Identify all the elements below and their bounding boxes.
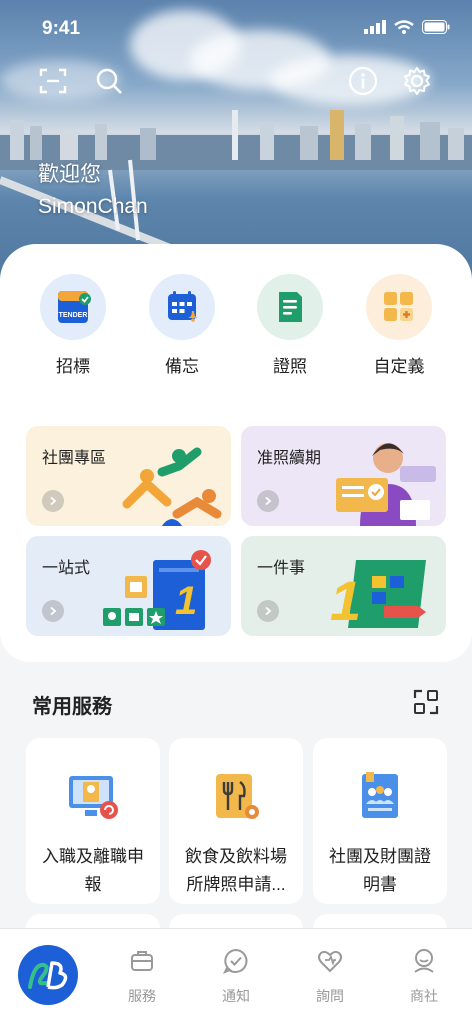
status-bar: 9:41 — [0, 0, 472, 56]
service-label: 飲食及飲料場所牌照申請... — [185, 847, 287, 894]
search-icon[interactable] — [92, 64, 126, 98]
info-icon[interactable] — [346, 64, 380, 98]
swap-layout-icon[interactable] — [412, 688, 440, 721]
chevron-right-icon[interactable] — [42, 490, 64, 512]
tile-title: 一站式 — [42, 560, 91, 577]
document-icon — [257, 274, 323, 340]
nav-label: 通知 — [222, 988, 250, 1004]
tile-one-thing[interactable]: 一件事 1 — [241, 536, 446, 636]
quick-action-label: 證照 — [273, 357, 307, 376]
tender-icon: TENDER — [40, 274, 106, 340]
app-logo-icon — [28, 961, 68, 990]
monitor-person-icon — [69, 776, 118, 819]
briefcase-icon — [131, 951, 153, 971]
user-name: SimonChan — [38, 195, 148, 218]
battery-icon — [422, 20, 450, 34]
one-stop-illustration: 1 — [103, 550, 211, 630]
quick-action-memo[interactable]: 備忘 — [132, 274, 232, 377]
tile-license-renewal[interactable]: 准照續期 — [241, 426, 446, 526]
quick-action-label: 招標 — [56, 357, 90, 376]
tile-title: 社團專區 — [42, 450, 107, 467]
service-label: 社團及財團證明書 — [329, 847, 431, 894]
nav-item-business[interactable]: 商社 — [394, 947, 454, 1006]
nav-label: 服務 — [128, 988, 156, 1004]
quick-action-label: 自定義 — [373, 357, 425, 376]
nav-item-inquiry[interactable]: 詢問 — [300, 947, 360, 1006]
quick-action-license[interactable]: 證照 — [240, 274, 340, 377]
heart-chat-icon — [318, 950, 342, 973]
chevron-right-icon[interactable] — [257, 490, 279, 512]
svg-text:1: 1 — [175, 579, 197, 623]
service-card-food-license[interactable]: 飲食及飲料場所牌照申請... — [169, 738, 303, 904]
svg-text:1: 1 — [330, 569, 361, 632]
custom-grid-icon — [366, 274, 432, 340]
nav-item-services[interactable]: 服務 — [112, 947, 172, 1006]
person-icon — [414, 949, 434, 973]
wifi-icon — [394, 20, 414, 34]
fork-knife-icon — [216, 774, 259, 819]
status-time: 9:41 — [42, 18, 81, 39]
one-thing-illustration: 1 — [330, 560, 426, 632]
welcome-block: 歡迎您 SimonChan — [38, 162, 148, 222]
nav-item-notifications[interactable]: 通知 — [206, 947, 266, 1006]
scan-icon[interactable] — [36, 64, 70, 98]
tile-association-zone[interactable]: 社團專區 — [26, 426, 231, 526]
nav-label: 詢問 — [316, 988, 344, 1004]
common-services-title: 常用服務 — [32, 696, 112, 718]
signal-icon — [364, 20, 386, 34]
service-label: 入職及離職申報 — [42, 847, 144, 894]
bottom-nav: 服務 通知 詢問 商社 — [0, 928, 472, 1024]
calendar-icon — [149, 274, 215, 340]
welcome-text: 歡迎您 — [38, 163, 101, 186]
app-logo-button[interactable] — [18, 945, 78, 1005]
nav-label: 商社 — [410, 988, 438, 1004]
people-group-icon — [122, 447, 222, 526]
quick-action-tender[interactable]: TENDER 招標 — [23, 274, 123, 377]
renewal-person-icon — [336, 443, 436, 526]
chevron-right-icon[interactable] — [257, 600, 279, 622]
feature-tiles-panel: 社團專區 准照續期 一站式 1 一件事 1 — [0, 400, 472, 662]
quick-action-label: 備忘 — [165, 357, 199, 376]
tile-one-stop[interactable]: 一站式 1 — [26, 536, 231, 636]
service-card-onboarding[interactable]: 入職及離職申報 — [26, 738, 160, 904]
tile-title: 准照續期 — [257, 450, 322, 467]
tender-badge-text: TENDER — [59, 312, 88, 319]
gear-icon[interactable] — [400, 64, 434, 98]
chevron-right-icon[interactable] — [42, 600, 64, 622]
service-card-association-cert[interactable]: 社團及財團證明書 — [313, 738, 447, 904]
tile-title: 一件事 — [257, 560, 306, 577]
chat-check-icon — [222, 948, 248, 974]
certificate-group-icon — [362, 772, 398, 818]
quick-action-custom[interactable]: 自定義 — [349, 274, 449, 377]
